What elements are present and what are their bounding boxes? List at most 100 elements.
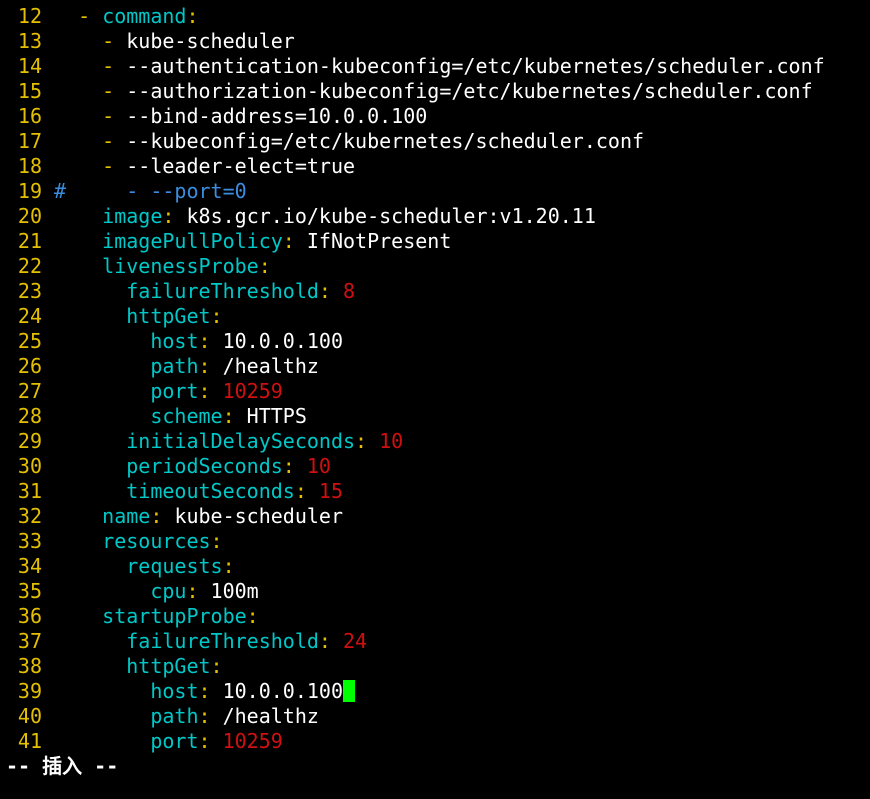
code-line[interactable]: 13 - kube-scheduler bbox=[0, 29, 870, 54]
code-line[interactable]: 21 imagePullPolicy: IfNotPresent bbox=[0, 229, 870, 254]
text-value: k8s.gcr.io/kube-scheduler:v1.20.11 bbox=[186, 204, 596, 228]
list-dash: - bbox=[102, 29, 127, 53]
line-number: 20 bbox=[17, 204, 42, 228]
code-line[interactable]: 25 host: 10.0.0.100 bbox=[0, 329, 870, 354]
line-number: 33 bbox=[17, 529, 42, 553]
code-line[interactable]: 14 - --authentication-kubeconfig=/etc/ku… bbox=[0, 54, 870, 79]
code-line[interactable]: 24 httpGet: bbox=[0, 304, 870, 329]
line-number: 29 bbox=[17, 429, 42, 453]
code-line[interactable]: 31 timeoutSeconds: 15 bbox=[0, 479, 870, 504]
text-value: 100m bbox=[210, 579, 259, 603]
code-line[interactable]: 39 host: 10.0.0.100 bbox=[0, 679, 870, 704]
code-text: port: 10259 bbox=[54, 729, 283, 753]
text-value: kube-scheduler bbox=[126, 29, 295, 53]
text-value bbox=[54, 429, 126, 453]
text-value: --authorization-kubeconfig=/etc/kubernet… bbox=[126, 79, 813, 103]
colon: : bbox=[150, 504, 175, 528]
line-number: 38 bbox=[17, 654, 42, 678]
line-number: 26 bbox=[17, 354, 42, 378]
code-line[interactable]: 36 startupProbe: bbox=[0, 604, 870, 629]
code-line[interactable]: 30 periodSeconds: 10 bbox=[0, 454, 870, 479]
colon: : bbox=[258, 254, 271, 278]
code-line[interactable]: 18 - --leader-elect=true bbox=[0, 154, 870, 179]
list-dash: - bbox=[102, 129, 127, 153]
line-number: 14 bbox=[17, 54, 42, 78]
code-line[interactable]: 15 - --authorization-kubeconfig=/etc/kub… bbox=[0, 79, 870, 104]
list-dash: - bbox=[102, 154, 127, 178]
code-line[interactable]: 35 cpu: 100m bbox=[0, 579, 870, 604]
text-value bbox=[54, 229, 102, 253]
text-value bbox=[54, 379, 150, 403]
text-value bbox=[54, 279, 126, 303]
yaml-key: host bbox=[150, 679, 199, 703]
code-text: cpu: 100m bbox=[54, 579, 259, 603]
code-line[interactable]: 22 livenessProbe: bbox=[0, 254, 870, 279]
code-line[interactable]: 38 httpGet: bbox=[0, 654, 870, 679]
colon: : bbox=[282, 454, 307, 478]
yaml-key: port bbox=[150, 729, 199, 753]
code-text: - --authorization-kubeconfig=/etc/kubern… bbox=[54, 79, 813, 103]
code-line[interactable]: 27 port: 10259 bbox=[0, 379, 870, 404]
text-value: 10.0.0.100 bbox=[222, 679, 344, 703]
code-text: scheme: HTTPS bbox=[54, 404, 307, 428]
yaml-key: resources bbox=[102, 529, 211, 553]
code-line[interactable]: 29 initialDelaySeconds: 10 bbox=[0, 429, 870, 454]
code-text: - kube-scheduler bbox=[54, 29, 295, 53]
text-value bbox=[54, 329, 150, 353]
list-dash: - bbox=[78, 4, 103, 28]
text-value bbox=[54, 204, 102, 228]
yaml-key: initialDelaySeconds bbox=[126, 429, 356, 453]
colon: : bbox=[222, 404, 247, 428]
text-value bbox=[54, 404, 150, 428]
list-dash: - bbox=[102, 54, 127, 78]
colon: : bbox=[198, 329, 223, 353]
code-line[interactable]: 20 image: k8s.gcr.io/kube-scheduler:v1.2… bbox=[0, 204, 870, 229]
code-text: startupProbe: bbox=[54, 604, 259, 628]
yaml-key: livenessProbe bbox=[102, 254, 259, 278]
yaml-key: scheme bbox=[150, 404, 223, 428]
code-line[interactable]: 28 scheme: HTTPS bbox=[0, 404, 870, 429]
colon: : bbox=[355, 429, 380, 453]
text-value bbox=[54, 479, 126, 503]
code-line[interactable]: 17 - --kubeconfig=/etc/kubernetes/schedu… bbox=[0, 129, 870, 154]
code-line[interactable]: 16 - --bind-address=10.0.0.100 bbox=[0, 104, 870, 129]
colon: : bbox=[162, 204, 187, 228]
colon: : bbox=[198, 729, 223, 753]
number-value: 10259 bbox=[222, 729, 283, 753]
colon: : bbox=[198, 379, 223, 403]
yaml-key: startupProbe bbox=[102, 604, 247, 628]
yaml-key: port bbox=[150, 379, 199, 403]
yaml-key: command bbox=[102, 4, 187, 28]
line-number: 41 bbox=[17, 729, 42, 753]
code-line[interactable]: 26 path: /healthz bbox=[0, 354, 870, 379]
text-value bbox=[54, 354, 150, 378]
code-line[interactable]: 19 # - --port=0 bbox=[0, 179, 870, 204]
code-line[interactable]: 12 - command: bbox=[0, 4, 870, 29]
code-text: port: 10259 bbox=[54, 379, 282, 403]
editor-buffer[interactable]: 12 - command: 13 - kube-scheduler 14 - --a… bbox=[0, 4, 870, 754]
number-value: 10 bbox=[306, 454, 331, 478]
code-text: path: /healthz bbox=[54, 704, 319, 728]
text-value: /healthz bbox=[222, 354, 319, 378]
code-line[interactable]: 41 port: 10259 bbox=[0, 729, 870, 754]
text-value bbox=[54, 79, 102, 103]
text-value bbox=[54, 704, 150, 728]
code-text: # - --port=0 bbox=[54, 179, 247, 203]
yaml-key: requests bbox=[126, 554, 223, 578]
code-line[interactable]: 23 failureThreshold: 8 bbox=[0, 279, 870, 304]
code-text: timeoutSeconds: 15 bbox=[54, 479, 343, 503]
yaml-key: httpGet bbox=[126, 304, 211, 328]
line-number: 23 bbox=[17, 279, 42, 303]
text-value bbox=[54, 629, 126, 653]
colon: : bbox=[198, 354, 223, 378]
text-value bbox=[54, 454, 126, 478]
yaml-key: failureThreshold bbox=[126, 279, 319, 303]
text-value bbox=[54, 154, 102, 178]
code-line[interactable]: 40 path: /healthz bbox=[0, 704, 870, 729]
code-line[interactable]: 34 requests: bbox=[0, 554, 870, 579]
code-text: - --kubeconfig=/etc/kubernetes/scheduler… bbox=[54, 129, 644, 153]
code-line[interactable]: 37 failureThreshold: 24 bbox=[0, 629, 870, 654]
code-line[interactable]: 32 name: kube-scheduler bbox=[0, 504, 870, 529]
code-line[interactable]: 33 resources: bbox=[0, 529, 870, 554]
code-text: - --authentication-kubeconfig=/etc/kuber… bbox=[54, 54, 824, 78]
